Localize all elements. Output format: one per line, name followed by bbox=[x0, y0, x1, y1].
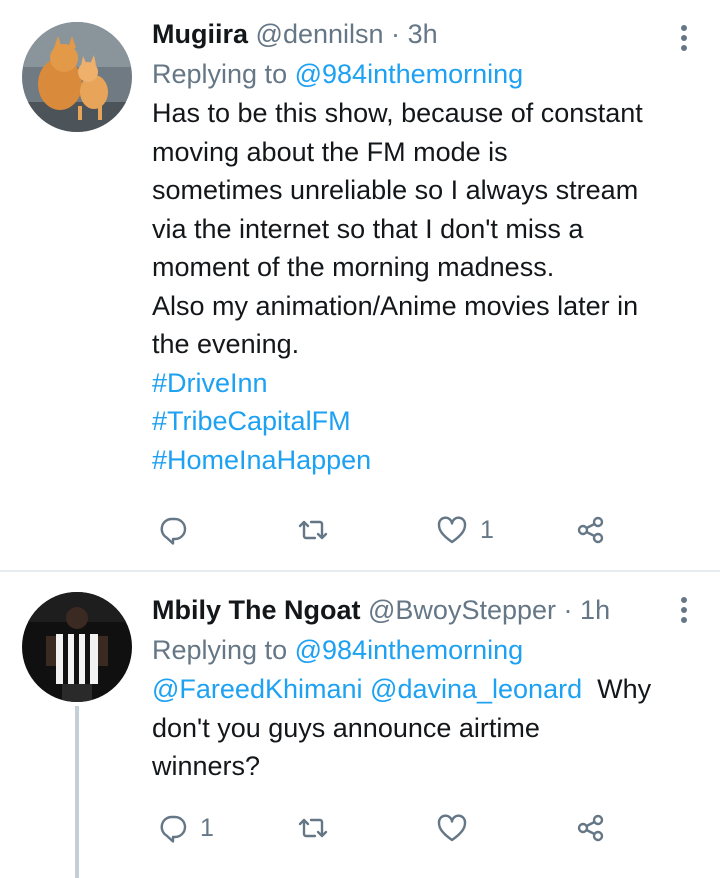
tweet-text-line: winners? bbox=[152, 751, 261, 781]
tweet-header: Mbily The Ngoat @BwoyStepper · 1h bbox=[152, 590, 668, 630]
replying-to: Replying to @984inthemorning bbox=[152, 630, 668, 670]
replying-to-label: Replying to bbox=[152, 59, 288, 89]
tweet-text-line: the evening. bbox=[152, 329, 300, 359]
replying-to-label: Replying to bbox=[152, 635, 288, 665]
share-button[interactable] bbox=[576, 510, 606, 550]
reply-button[interactable] bbox=[158, 510, 200, 550]
avatar[interactable] bbox=[22, 22, 132, 132]
heart-icon bbox=[436, 813, 468, 843]
share-button[interactable] bbox=[576, 808, 606, 848]
separator-dot: · bbox=[563, 595, 573, 625]
display-name[interactable]: Mugiira bbox=[152, 19, 248, 49]
separator-dot: · bbox=[391, 19, 401, 49]
hashtag-link[interactable]: #HomeInaHappen bbox=[152, 441, 668, 480]
tweet-text-line: Has to be this show, because of constant bbox=[152, 98, 643, 128]
timestamp[interactable]: 1h bbox=[580, 595, 610, 625]
user-handle[interactable]: @BwoyStepper bbox=[368, 595, 556, 625]
tweet-header: Mugiira @dennilsn · 3h bbox=[152, 14, 668, 54]
tweet-body: Mbily The Ngoat @BwoyStepper · 1h Replyi… bbox=[152, 590, 668, 786]
like-count: 1 bbox=[480, 515, 494, 544]
retweet-icon bbox=[296, 515, 330, 545]
more-vertical-icon[interactable] bbox=[678, 25, 690, 55]
replying-to: Replying to @984inthemorning bbox=[152, 54, 668, 94]
timestamp[interactable]: 3h bbox=[408, 19, 438, 49]
share-icon bbox=[576, 813, 606, 843]
tweet-text-line: Also my animation/Anime movies later in bbox=[152, 290, 639, 321]
tweet-text-line: moving about the FM mode is bbox=[152, 136, 508, 167]
reply-count: 1 bbox=[200, 813, 214, 842]
avatar[interactable] bbox=[22, 592, 132, 702]
mention-link[interactable]: @davina_leonard bbox=[370, 674, 582, 704]
tweet-text-line: don't you guys announce airtime bbox=[152, 712, 540, 743]
retweet-button[interactable] bbox=[296, 510, 342, 550]
tweet-text-fragment: Why bbox=[597, 674, 652, 704]
tweet-text: @FareedKhimani @davina_leonard Why don't… bbox=[152, 670, 668, 786]
tweet[interactable]: Mugiira @dennilsn · 3h Replying to @984i… bbox=[0, 0, 720, 570]
tweet-text: Has to be this show, because of constant… bbox=[152, 94, 668, 364]
tweet-text-line: sometimes unreliable so I always stream bbox=[152, 175, 639, 205]
like-button[interactable] bbox=[436, 808, 480, 848]
retweet-button[interactable] bbox=[296, 808, 342, 848]
reply-button[interactable]: 1 bbox=[158, 808, 214, 848]
tweet-actions: 1 bbox=[152, 808, 622, 848]
hashtag-link[interactable]: #TribeCapitalFM bbox=[152, 402, 668, 441]
retweet-icon bbox=[296, 813, 330, 843]
display-name[interactable]: Mbily The Ngoat bbox=[152, 595, 361, 625]
tweet-text-line: via the internet so that I don't miss a bbox=[152, 213, 584, 244]
reply-icon bbox=[158, 813, 188, 843]
like-button[interactable]: 1 bbox=[436, 510, 494, 550]
thread-line bbox=[75, 706, 79, 878]
user-handle[interactable]: @dennilsn bbox=[256, 19, 384, 49]
tweet-text-line: moment of the morning madness. bbox=[152, 252, 555, 282]
tweet-actions: 1 bbox=[152, 510, 622, 550]
tweet-body: Mugiira @dennilsn · 3h Replying to @984i… bbox=[152, 14, 668, 479]
share-icon bbox=[576, 515, 606, 545]
tweet-text-line: @FareedKhimani @davina_leonard Why bbox=[152, 670, 668, 709]
mention-link[interactable]: @FareedKhimani bbox=[152, 674, 363, 704]
more-vertical-icon[interactable] bbox=[678, 597, 690, 627]
reply-icon bbox=[158, 515, 188, 545]
replying-to-mention[interactable]: @984inthemorning bbox=[295, 59, 524, 89]
heart-icon bbox=[436, 515, 468, 545]
replying-to-mention[interactable]: @984inthemorning bbox=[295, 635, 524, 665]
tweet[interactable]: Mbily The Ngoat @BwoyStepper · 1h Replyi… bbox=[0, 572, 720, 878]
hashtag-link[interactable]: #DriveInn bbox=[152, 364, 668, 403]
